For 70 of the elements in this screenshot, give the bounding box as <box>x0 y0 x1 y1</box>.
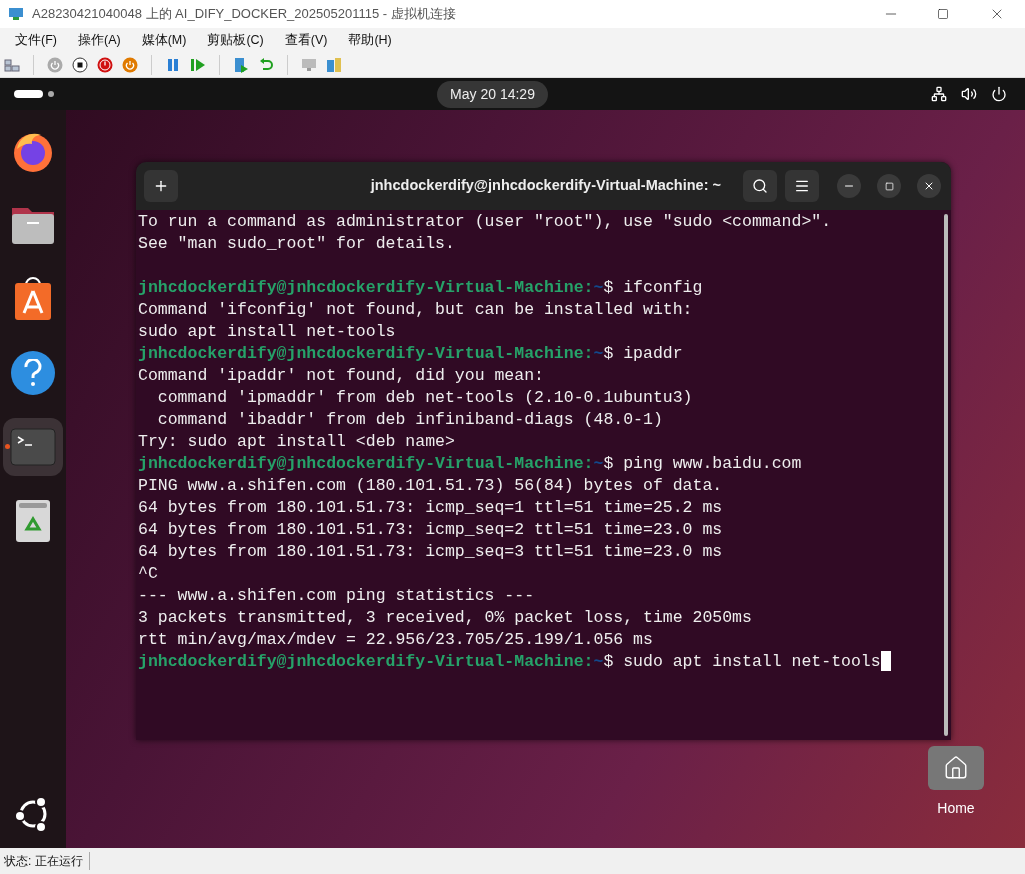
menu-item[interactable]: 帮助(H) <box>339 30 401 50</box>
terminal-output-line: 3 packets transmitted, 3 received, 0% packet loss, time 2050ms <box>138 607 753 629</box>
terminal-output-line: Command 'ifconfig' not found, but can be installed with: <box>138 299 694 321</box>
close-button[interactable] <box>917 174 941 198</box>
status-text: 状态: 正在运行 <box>4 852 90 870</box>
window-title: A28230421040048 上的 AI_DIFY_DOCKER_202505201115 - 虚拟机连接 <box>32 5 457 24</box>
keyboard-icon[interactable] <box>4 56 20 73</box>
minimize-button[interactable] <box>837 174 861 198</box>
terminal-output-line: See "man sudo_root" for details. <box>138 233 456 255</box>
search-icon <box>752 178 768 194</box>
prompt-path: ~ <box>593 453 604 475</box>
terminal-output-line: command 'ipmaddr' from deb net-tools (2.10-0.1ubuntu3) <box>156 387 694 409</box>
stop-icon[interactable] <box>72 56 88 73</box>
terminal-icon[interactable] <box>10 428 56 466</box>
volume-icon[interactable] <box>961 86 977 102</box>
command-text: $ ifconfig <box>603 277 703 299</box>
maximize-button[interactable] <box>877 174 901 198</box>
help-icon[interactable] <box>11 351 55 395</box>
command-text: $ ipaddr <box>603 343 683 365</box>
prompt-path: ~ <box>593 343 604 365</box>
command-text: $ ping www.baidu.com <box>603 453 802 475</box>
menu-item[interactable]: 媒体(M) <box>132 30 196 50</box>
terminal-title: jnhcdockerdify@jnhcdockerdify-Virtual-Machine: ~ <box>369 176 722 196</box>
close-icon <box>923 180 935 192</box>
network-icon[interactable] <box>931 86 947 102</box>
menu-icon <box>794 178 810 194</box>
terminal-output-line: 64 bytes from 180.101.51.73: icmp_seq=3 ttl=51 time=23.0 ms <box>138 541 724 563</box>
prompt-path: ~ <box>593 277 604 299</box>
power-icon[interactable] <box>991 86 1007 102</box>
menu-item[interactable]: 文件(F) <box>6 30 66 50</box>
home-folder-icon[interactable] <box>928 746 984 790</box>
menu-item[interactable]: 操作(A) <box>68 30 130 50</box>
maximize-icon <box>884 181 894 191</box>
play-icon[interactable] <box>190 56 206 73</box>
vm-icon <box>8 6 24 22</box>
prompt-user-host: jnhcdockerdify@jnhcdockerdify-Virtual-Machine: <box>138 277 594 299</box>
menu-button[interactable] <box>785 170 819 202</box>
desktop-icon-label[interactable]: Home <box>937 798 975 819</box>
prompt-user-host: jnhcdockerdify@jnhcdockerdify-Virtual-Machine: <box>138 651 594 673</box>
prompt-user-host: jnhcdockerdify@jnhcdockerdify-Virtual-Machine: <box>138 343 594 365</box>
prompt-user-host: jnhcdockerdify@jnhcdockerdify-Virtual-Machine: <box>138 453 594 475</box>
trash-icon[interactable] <box>15 499 51 543</box>
command-text: $ sudo apt install net-tools <box>603 651 881 673</box>
scrollbar[interactable] <box>944 214 948 736</box>
monitor-icon[interactable] <box>301 56 317 73</box>
terminal-output-line: Try: sudo apt install <deb name> <box>138 431 456 453</box>
date-time[interactable]: May 20 14:29 <box>437 80 548 108</box>
text-cursor <box>880 651 891 671</box>
terminal-output-line: --- www.a.shifen.com ping statistics --- <box>138 585 536 607</box>
terminal-output-line: To run a command as administrator (user "root"), use "sudo <command>". <box>138 211 833 233</box>
menu-item[interactable]: 剪贴板(C) <box>198 30 273 50</box>
new-tab-icon <box>153 178 169 194</box>
terminal-output-line: PING www.a.shifen.com (180.101.51.73) 56(84) bytes of data. <box>138 475 724 497</box>
terminal-output-line: rtt min/avg/max/mdev = 22.956/23.705/25.199/1.056 ms <box>138 629 654 651</box>
workspace-indicator-icon[interactable] <box>14 90 54 98</box>
terminal-output-line: command 'ibaddr' from deb infiniband-diags (48.0-1) <box>156 409 664 431</box>
search-button[interactable] <box>743 170 777 202</box>
terminal-output-line: sudo apt install net-tools <box>138 321 397 343</box>
pause-icon[interactable] <box>165 56 181 73</box>
running-indicator <box>5 444 10 449</box>
menu-item[interactable]: 查看(V) <box>275 30 337 50</box>
terminal-output-line: ^C <box>138 563 159 585</box>
undo-icon[interactable] <box>258 56 274 73</box>
maximize-icon[interactable] <box>937 8 949 20</box>
new-tab-button[interactable] <box>144 170 178 202</box>
prompt-path: ~ <box>593 651 604 673</box>
terminal-output-line: Command 'ipaddr' not found, did you mean: <box>138 365 545 387</box>
terminal-output-line: 64 bytes from 180.101.51.73: icmp_seq=2 ttl=51 time=23.0 ms <box>138 519 724 541</box>
shopping-bag-icon[interactable] <box>14 277 52 321</box>
terminal-output-line: 64 bytes from 180.101.51.73: icmp_seq=1 ttl=51 time=25.2 ms <box>138 497 724 519</box>
